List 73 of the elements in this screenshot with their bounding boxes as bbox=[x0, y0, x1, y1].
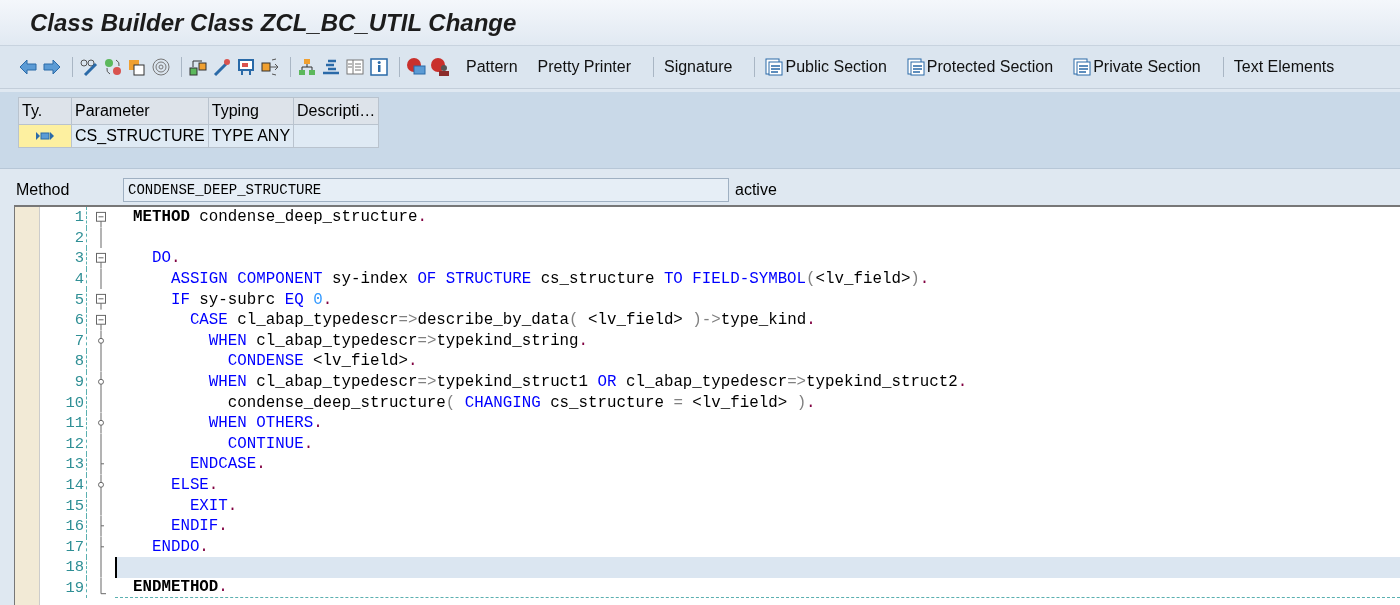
line-number: 9 bbox=[40, 371, 87, 393]
stop-person-icon[interactable] bbox=[430, 57, 450, 77]
line-number: 4 bbox=[40, 268, 87, 290]
magic-wand-icon[interactable] bbox=[212, 57, 232, 77]
fold-guide bbox=[96, 371, 106, 393]
method-label: Method bbox=[15, 181, 71, 199]
column-header[interactable]: Ty. bbox=[18, 97, 72, 125]
fold-guide bbox=[96, 474, 106, 496]
code-line: CASE cl_abap_typedescr=>describe_by_data( <lv_field> )->type_kind. bbox=[188, 310, 817, 331]
line-number: 13 bbox=[40, 454, 87, 475]
fold-guide bbox=[96, 330, 106, 352]
code-line: METHOD condense_deep_structure. bbox=[132, 207, 428, 228]
column-header[interactable]: Descripti… bbox=[293, 97, 379, 125]
window-title: Class Builder Class ZCL_BC_UTIL Change bbox=[30, 8, 517, 37]
code-line: ENDDO. bbox=[150, 536, 210, 558]
toolbar-button[interactable]: Signature bbox=[659, 56, 737, 78]
document-icon bbox=[765, 58, 784, 76]
line-number: 10 bbox=[40, 392, 87, 413]
box-arrows-icon[interactable] bbox=[260, 57, 280, 77]
status-text: active bbox=[735, 181, 777, 199]
line-number: 19 bbox=[40, 577, 87, 599]
document-icon bbox=[906, 58, 925, 76]
line-number: 5 bbox=[40, 289, 87, 310]
line-number: 16 bbox=[40, 515, 87, 537]
toolbar-button[interactable]: Private Section bbox=[1069, 56, 1205, 78]
code-line: IF sy-subrc EQ 0. bbox=[169, 289, 334, 310]
code-line: DO. bbox=[150, 248, 182, 269]
code-line: condense_deep_structure( CHANGING cs_structure = <lv_field> ). bbox=[226, 392, 817, 413]
toolbar-button[interactable]: Pattern bbox=[462, 56, 522, 78]
glasses-pencil-icon[interactable] bbox=[79, 57, 99, 77]
line-number: 1 bbox=[40, 207, 87, 228]
code-line: WHEN OTHERS. bbox=[207, 413, 324, 434]
code-line: ENDCASE. bbox=[188, 454, 267, 475]
toolbar-button[interactable]: Protected Section bbox=[902, 56, 1058, 78]
forward-arrow-icon[interactable] bbox=[42, 57, 62, 77]
toolbar-button[interactable]: Pretty Printer bbox=[533, 56, 635, 78]
code-line: WHEN cl_abap_typedescr=>typekind_struct1 OR cl_abap_typedescr=>typekind_struct2. bbox=[207, 372, 969, 393]
line-number: 8 bbox=[40, 351, 87, 372]
code-line: WHEN cl_abap_typedescr=>typekind_string. bbox=[207, 330, 590, 352]
line-number: 3 bbox=[40, 248, 87, 269]
code-line: CONDENSE <lv_field>. bbox=[226, 351, 419, 372]
line-number: 18 bbox=[40, 557, 87, 578]
line-number: 17 bbox=[40, 536, 87, 558]
fold-guide bbox=[96, 412, 106, 434]
info-icon[interactable] bbox=[369, 57, 389, 77]
code-line: CONTINUE. bbox=[226, 433, 315, 455]
toolbar-button[interactable]: Text Elements bbox=[1229, 56, 1339, 78]
line-number: 6 bbox=[40, 309, 87, 331]
back-arrow-icon[interactable] bbox=[18, 57, 38, 77]
toolbar-button[interactable]: Public Section bbox=[761, 56, 891, 78]
line-number: 12 bbox=[40, 433, 87, 455]
stacked-lines-icon[interactable] bbox=[321, 57, 341, 77]
line-number: 11 bbox=[40, 412, 87, 434]
method-field[interactable]: CONDENSE_DEEP_STRUCTURE bbox=[123, 178, 729, 202]
circles-swap-icon[interactable] bbox=[103, 57, 123, 77]
line-number: 2 bbox=[40, 227, 87, 249]
document-icon bbox=[1073, 58, 1092, 76]
stop-monitor-icon[interactable] bbox=[406, 57, 426, 77]
column-header[interactable]: Parameter bbox=[71, 97, 209, 125]
hierarchy-icon[interactable] bbox=[297, 57, 317, 77]
code-line: EXIT. bbox=[188, 495, 239, 516]
line-number: 7 bbox=[40, 330, 87, 352]
code-line: ENDMETHOD. bbox=[115, 577, 1400, 599]
line-number: 14 bbox=[40, 474, 87, 496]
squares-arrow-icon[interactable] bbox=[188, 57, 208, 77]
column-header[interactable]: Typing bbox=[208, 97, 294, 125]
changing-parameter-icon bbox=[35, 131, 55, 141]
code-line: ELSE. bbox=[169, 475, 220, 496]
code-line: ENDIF. bbox=[169, 516, 229, 537]
line-number: 15 bbox=[40, 495, 87, 516]
table-cell: CS_STRUCTURE bbox=[71, 124, 209, 148]
squares-icon[interactable] bbox=[127, 57, 147, 77]
code-line: ASSIGN COMPONENT sy-index OF STRUCTURE cs_structure TO FIELD-SYMBOL(<lv_field>). bbox=[169, 269, 931, 290]
